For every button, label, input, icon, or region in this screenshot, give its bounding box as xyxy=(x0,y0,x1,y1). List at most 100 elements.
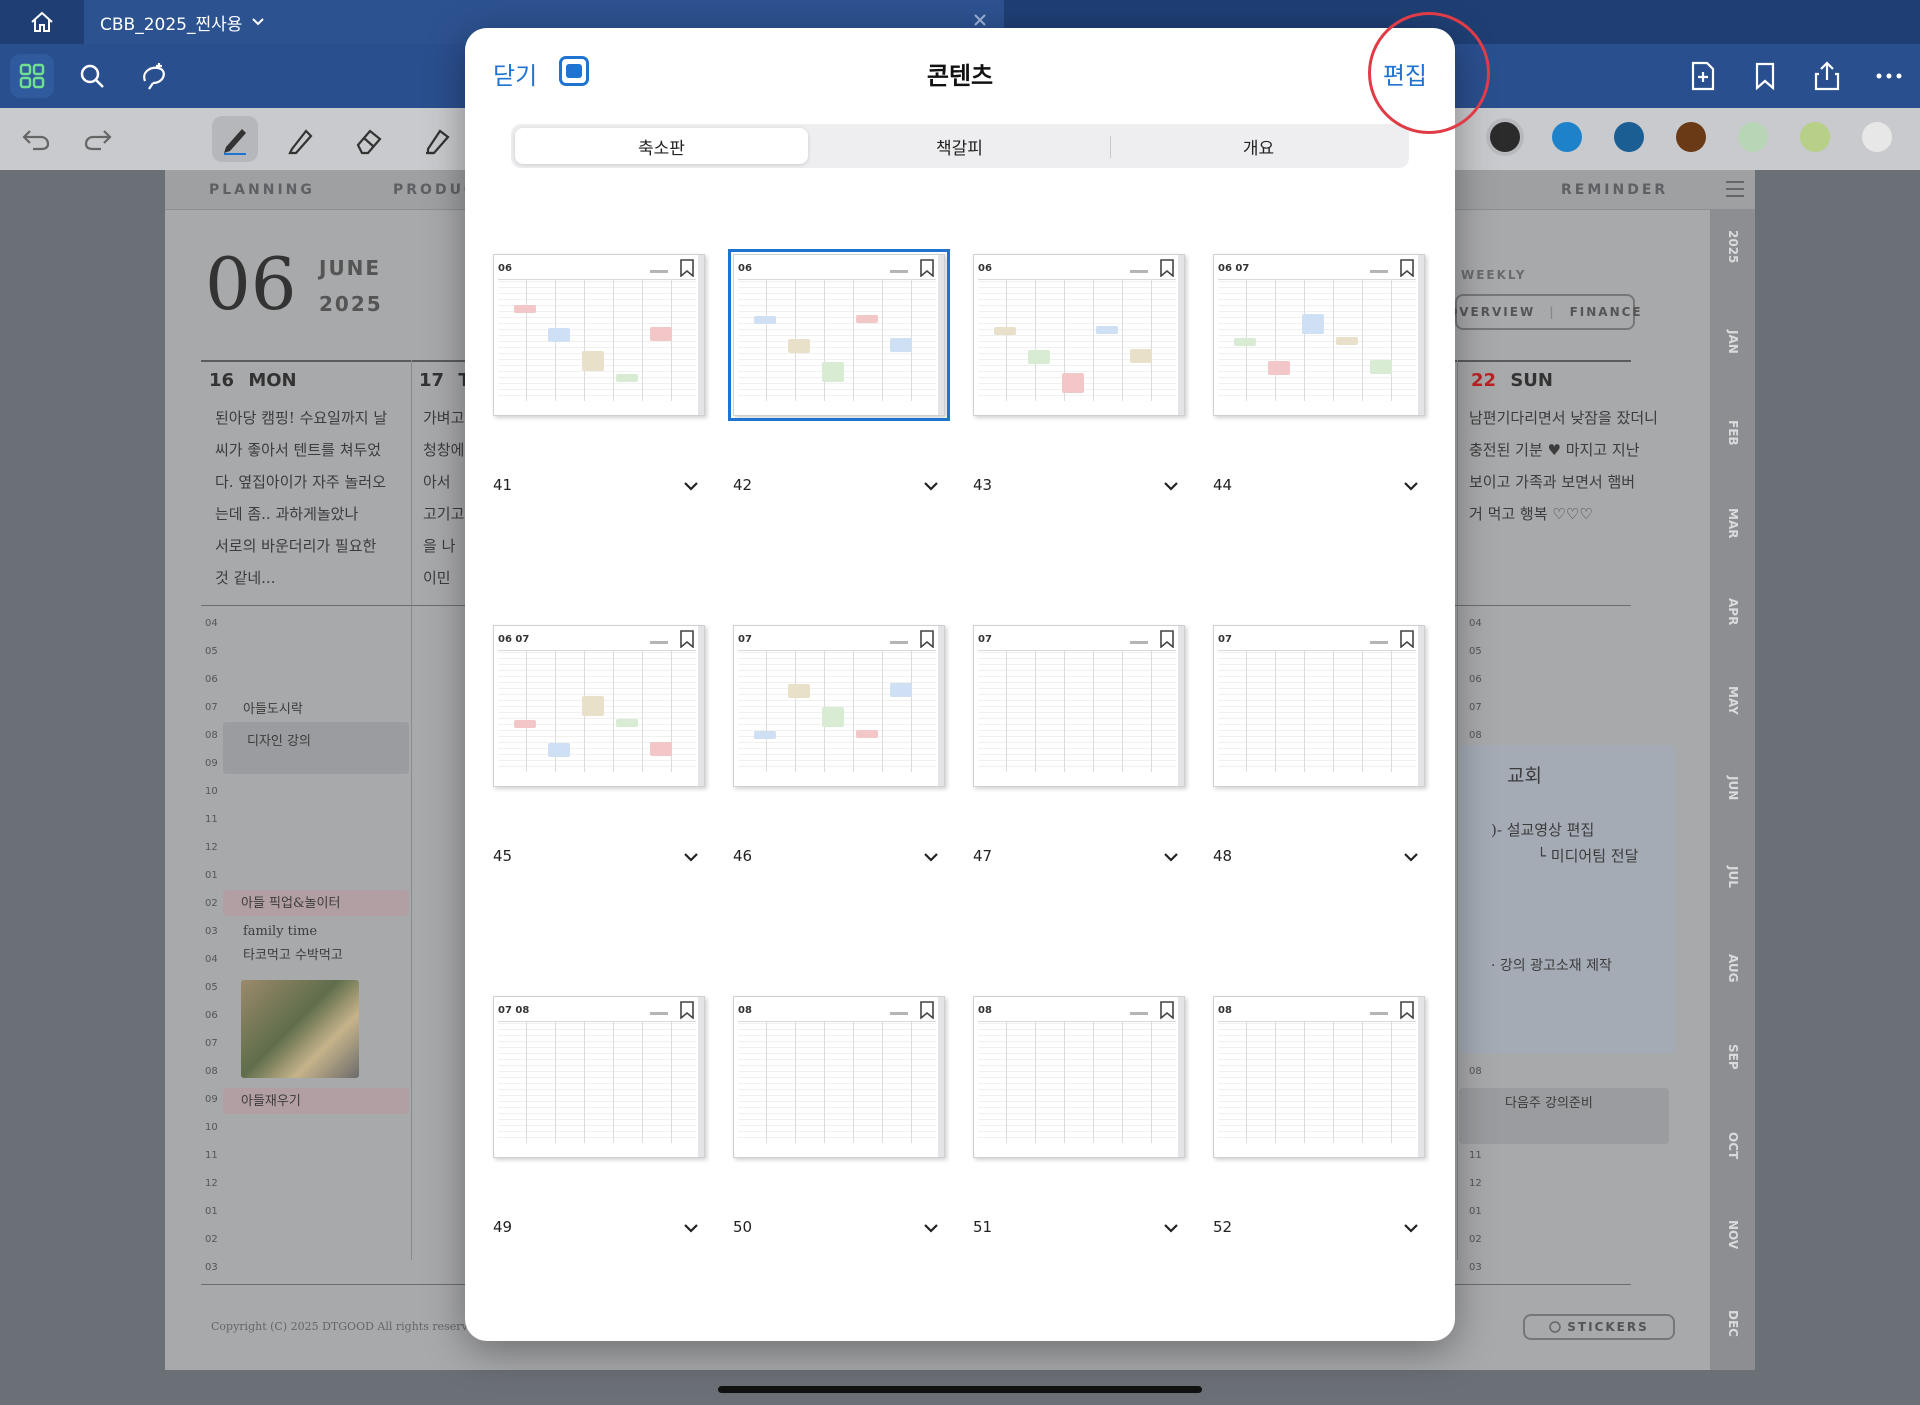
chevron-down-icon[interactable] xyxy=(681,476,701,496)
pen-tool-icon[interactable] xyxy=(212,116,258,162)
month-rail-item[interactable]: JUL xyxy=(1726,866,1740,896)
month-rail-item[interactable]: JUN xyxy=(1726,776,1740,806)
page-thumbnail[interactable]: 08 xyxy=(1213,996,1425,1158)
page-thumbnail[interactable]: 06 07 xyxy=(1213,254,1425,416)
chevron-down-icon[interactable] xyxy=(921,847,941,867)
chevron-down-icon[interactable] xyxy=(921,476,941,496)
journal-line: 충전된 기분 ♥ 마지고 지난 xyxy=(1469,441,1640,459)
share-icon[interactable] xyxy=(1807,56,1847,96)
page-thumbnail[interactable]: 06 xyxy=(973,254,1185,416)
add-page-icon[interactable] xyxy=(1683,56,1723,96)
bookmark-icon[interactable] xyxy=(1400,259,1414,281)
thumbnail-ink-mark xyxy=(514,720,536,728)
page-thumbnail[interactable]: 06 07 xyxy=(493,625,705,787)
pen-color-swatch[interactable] xyxy=(1738,122,1768,152)
column-divider xyxy=(1457,360,1458,1260)
chevron-down-icon[interactable] xyxy=(252,18,265,26)
highlighter-tool-icon[interactable] xyxy=(417,120,457,160)
contents-modal: 닫기 콘텐츠 편집 축소판 책갈피 개요 06 41 06 42 06 43 06 07 44… xyxy=(465,28,1455,1341)
journal-line: 는데 좀.. 과하게놀았나 xyxy=(215,505,359,523)
month-rail-item[interactable]: FEB xyxy=(1726,420,1740,450)
page-thumbnail[interactable]: 08 xyxy=(733,996,945,1158)
planner-tab-reminder[interactable]: REMINDER xyxy=(1561,182,1668,198)
tab-thumbnails[interactable]: 축소판 xyxy=(515,128,808,164)
chevron-down-icon[interactable] xyxy=(1401,1218,1421,1238)
chevron-down-icon[interactable] xyxy=(1401,476,1421,496)
planner-tab-planning[interactable]: PLANNING xyxy=(209,182,315,198)
month-rail-item[interactable]: OCT xyxy=(1726,1132,1740,1162)
month-rail-item[interactable]: DEC xyxy=(1726,1310,1740,1340)
journal-line: 된아당 캠핑! 수요일까지 날 xyxy=(215,409,388,427)
month-rail-item[interactable]: SEP xyxy=(1726,1044,1740,1074)
bookmark-icon[interactable] xyxy=(680,259,694,281)
thumbnail-ink-mark xyxy=(754,316,776,324)
overview-finance-switch[interactable]: OVERVIEW | FINANCE xyxy=(1447,294,1641,330)
month-rail-item[interactable]: NOV xyxy=(1726,1220,1740,1250)
column-divider xyxy=(411,360,412,1260)
chevron-down-icon[interactable] xyxy=(921,1218,941,1238)
month-rail-item[interactable]: MAY xyxy=(1726,686,1740,716)
month-rail-year[interactable]: 2025 xyxy=(1726,230,1740,263)
month-rail-item[interactable]: APR xyxy=(1726,598,1740,628)
bookmark-icon[interactable] xyxy=(1160,630,1174,652)
page-number-label: 49 xyxy=(493,1218,513,1236)
hour-label: 06 xyxy=(1469,674,1482,685)
bookmark-icon[interactable] xyxy=(920,259,934,281)
eraser-tool-icon[interactable] xyxy=(349,120,389,160)
pen-color-swatch[interactable] xyxy=(1676,122,1706,152)
home-indicator[interactable] xyxy=(718,1386,1202,1393)
month-rail-item[interactable]: JAN xyxy=(1726,330,1740,360)
thumbnail-date: 06 xyxy=(498,263,512,274)
undo-icon[interactable] xyxy=(16,120,56,160)
pen-color-swatch[interactable] xyxy=(1490,122,1520,152)
pen-color-swatch[interactable] xyxy=(1614,122,1644,152)
bookmark-icon[interactable] xyxy=(1400,630,1414,652)
page-thumbnail[interactable]: 08 xyxy=(973,996,1185,1158)
bookmark-icon[interactable] xyxy=(1745,56,1785,96)
chevron-down-icon[interactable] xyxy=(681,847,701,867)
bookmark-icon[interactable] xyxy=(920,1001,934,1023)
page-thumbnail[interactable]: 07 xyxy=(733,625,945,787)
pen-color-swatch[interactable] xyxy=(1800,122,1830,152)
tab-bookmarks[interactable]: 책갈피 xyxy=(813,128,1106,164)
day-header-mon: 16 MON xyxy=(209,370,297,391)
tab-outline[interactable]: 개요 xyxy=(1112,128,1405,164)
page-thumbnail[interactable]: 07 08 xyxy=(493,996,705,1158)
home-icon[interactable] xyxy=(22,8,62,36)
bookmark-icon[interactable] xyxy=(680,630,694,652)
hour-label: 05 xyxy=(1469,646,1482,657)
month-rail-item[interactable]: AUG xyxy=(1726,954,1740,984)
overview-label[interactable]: OVERVIEW xyxy=(1447,305,1535,319)
lasso-icon[interactable] xyxy=(134,56,174,96)
search-icon[interactable] xyxy=(72,56,112,96)
stickers-button[interactable]: STICKERS xyxy=(1523,1314,1675,1340)
bookmark-icon[interactable] xyxy=(920,630,934,652)
menu-icon[interactable] xyxy=(1725,180,1745,202)
bookmark-icon[interactable] xyxy=(1400,1001,1414,1023)
page-thumbnail[interactable]: 06 xyxy=(493,254,705,416)
finance-label[interactable]: FINANCE xyxy=(1570,305,1643,319)
chevron-down-icon[interactable] xyxy=(1161,476,1181,496)
thumbnail-header-bar xyxy=(1370,270,1388,273)
pen-color-swatch[interactable] xyxy=(1552,122,1582,152)
chevron-down-icon[interactable] xyxy=(1161,1218,1181,1238)
month-rail-item[interactable]: MAR xyxy=(1726,508,1740,538)
redo-icon[interactable] xyxy=(78,120,118,160)
chevron-down-icon[interactable] xyxy=(1401,847,1421,867)
hour-label: 11 xyxy=(1469,1150,1482,1161)
bookmark-icon[interactable] xyxy=(1160,1001,1174,1023)
pen-color-swatch[interactable] xyxy=(1862,122,1892,152)
pencil-tool-icon[interactable] xyxy=(281,120,321,160)
thumbnail-side-tabs xyxy=(1178,626,1184,786)
chevron-down-icon[interactable] xyxy=(1161,847,1181,867)
page-thumbnail[interactable]: 07 xyxy=(973,625,1185,787)
grid-icon[interactable] xyxy=(10,54,54,98)
page-thumbnail[interactable]: 07 xyxy=(1213,625,1425,787)
chevron-down-icon[interactable] xyxy=(681,1218,701,1238)
page-thumbnail[interactable]: 06 xyxy=(728,249,950,421)
journal-line: 보이고 가족과 보면서 햄버 xyxy=(1469,473,1636,491)
bookmark-icon[interactable] xyxy=(680,1001,694,1023)
more-icon[interactable] xyxy=(1869,56,1909,96)
bookmark-icon[interactable] xyxy=(1160,259,1174,281)
thumbnail-header-bar xyxy=(890,641,908,644)
